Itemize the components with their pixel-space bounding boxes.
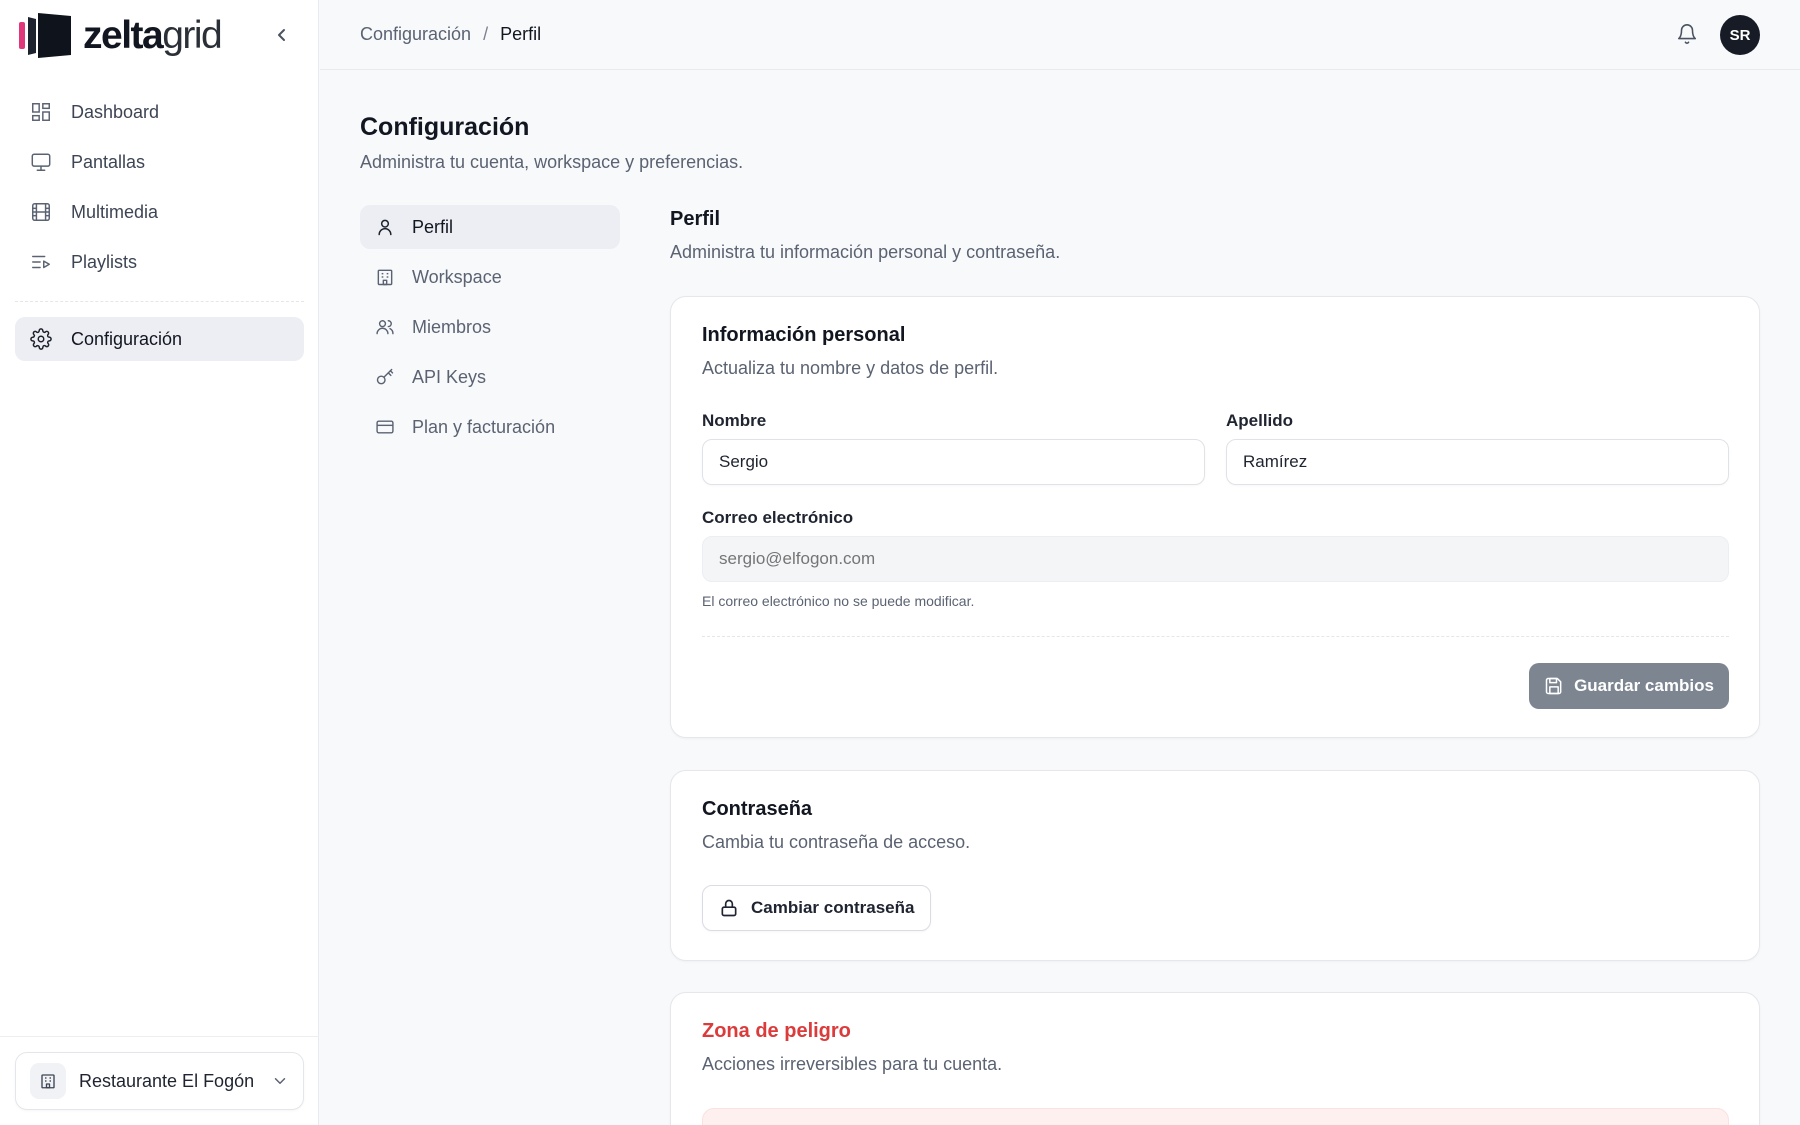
- card-divider: [702, 636, 1729, 637]
- sidebar-item-pantallas[interactable]: Pantallas: [15, 140, 304, 184]
- users-icon: [376, 320, 394, 335]
- sidebar-footer-divider: [0, 1036, 319, 1037]
- collapse-sidebar-icon[interactable]: [270, 23, 294, 47]
- brand-name: zeltagrid: [83, 14, 223, 57]
- save-button-label: Guardar cambios: [1574, 676, 1714, 695]
- sidebar-item-playlists[interactable]: Playlists: [15, 240, 304, 284]
- card-title: Contraseña: [702, 798, 813, 820]
- sidebar-item-label: Dashboard: [71, 101, 160, 122]
- settings-tab-plan-facturacion[interactable]: Plan y facturación: [360, 405, 620, 449]
- settings-tab-api-keys[interactable]: API Keys: [360, 355, 620, 399]
- change-password-label: Cambiar contraseña: [751, 898, 915, 917]
- personal-info-card: Información personal Actualiza tu nombre…: [670, 296, 1760, 738]
- card-description: Cambia tu contraseña de acceso.: [702, 832, 971, 852]
- last-name-field[interactable]: [1226, 439, 1729, 485]
- settings-tab-miembros[interactable]: Miembros: [360, 305, 620, 349]
- sidebar: zeltagrid Dashboard Pantallas Multimedia…: [0, 0, 319, 1125]
- danger-zone-card: Zona de peligro Acciones irreversibles p…: [670, 992, 1760, 1125]
- sidebar-item-dashboard[interactable]: Dashboard: [15, 90, 304, 134]
- playlist-icon: [32, 255, 50, 269]
- page-title: Configuración: [360, 113, 530, 141]
- bell-icon[interactable]: [1676, 23, 1698, 45]
- topbar: Configuración / Perfil SR: [320, 0, 1800, 70]
- sidebar-item-label: Playlists: [71, 251, 138, 272]
- breadcrumb-current: Perfil: [500, 24, 542, 44]
- danger-action-box: [702, 1108, 1729, 1125]
- breadcrumb-separator: /: [483, 24, 489, 44]
- main-nav: Dashboard Pantallas Multimedia Playlists…: [15, 90, 304, 367]
- save-button[interactable]: Guardar cambios: [1529, 663, 1729, 709]
- user-avatar[interactable]: SR: [1720, 15, 1760, 55]
- sidebar-item-label: Multimedia: [71, 201, 159, 222]
- section-title: Perfil: [670, 208, 721, 230]
- email-field: [702, 536, 1729, 582]
- breadcrumb: Configuración / Perfil: [360, 24, 541, 45]
- workspace-avatar: [30, 1063, 66, 1099]
- settings-tab-perfil[interactable]: Perfil: [360, 205, 620, 249]
- settings-nav: Perfil Workspace Miembros API Keys Plan …: [360, 205, 620, 455]
- first-name-field[interactable]: [702, 439, 1205, 485]
- settings-tab-workspace[interactable]: Workspace: [360, 255, 620, 299]
- building-icon: [41, 1074, 55, 1089]
- breadcrumb-parent[interactable]: Configuración: [360, 24, 471, 45]
- workspace-name: Restaurante El Fogón: [79, 1070, 255, 1091]
- card-description: Acciones irreversibles para tu cuenta.: [702, 1054, 1003, 1074]
- building-icon: [377, 269, 393, 286]
- dashboard-icon: [32, 103, 50, 121]
- lock-icon: [721, 899, 737, 917]
- change-password-button[interactable]: Cambiar contraseña: [702, 885, 932, 931]
- settings-tab-label: Miembros: [412, 316, 492, 337]
- last-name-label: Apellido: [1226, 411, 1294, 430]
- sidebar-item-label: Configuración: [71, 328, 183, 349]
- sidebar-item-configuracion[interactable]: Configuración: [15, 317, 304, 361]
- nav-divider: [15, 301, 304, 302]
- email-hint: El correo electrónico no se puede modifi…: [702, 593, 975, 609]
- monitor-icon: [31, 153, 51, 171]
- first-name-label: Nombre: [702, 411, 767, 430]
- page-subtitle: Administra tu cuenta, workspace y prefer…: [360, 152, 744, 172]
- settings-tab-label: Workspace: [412, 266, 502, 287]
- user-icon: [378, 219, 392, 236]
- sidebar-item-label: Pantallas: [71, 151, 146, 172]
- card-description: Actualiza tu nombre y datos de perfil.: [702, 358, 999, 378]
- chevron-down-icon: [274, 1078, 286, 1084]
- film-icon: [32, 203, 50, 221]
- settings-tab-label: API Keys: [412, 366, 487, 387]
- workspace-switcher[interactable]: Restaurante El Fogón: [15, 1052, 304, 1110]
- settings-tab-label: Plan y facturación: [412, 416, 556, 437]
- password-card: Contraseña Cambia tu contraseña de acces…: [670, 770, 1760, 961]
- sidebar-item-multimedia[interactable]: Multimedia: [15, 190, 304, 234]
- logo-mark-icon: [19, 13, 71, 58]
- danger-zone-title: Zona de peligro: [702, 1020, 851, 1042]
- brand-logo[interactable]: zeltagrid: [19, 13, 223, 58]
- card-title: Información personal: [702, 324, 906, 346]
- section-subtitle: Administra tu información personal y con…: [670, 242, 1061, 262]
- save-icon: [1545, 677, 1562, 695]
- gear-icon: [30, 328, 52, 350]
- credit-card-icon: [376, 420, 394, 434]
- key-icon: [376, 368, 394, 385]
- settings-tab-label: Perfil: [412, 216, 454, 237]
- email-label: Correo electrónico: [702, 508, 854, 527]
